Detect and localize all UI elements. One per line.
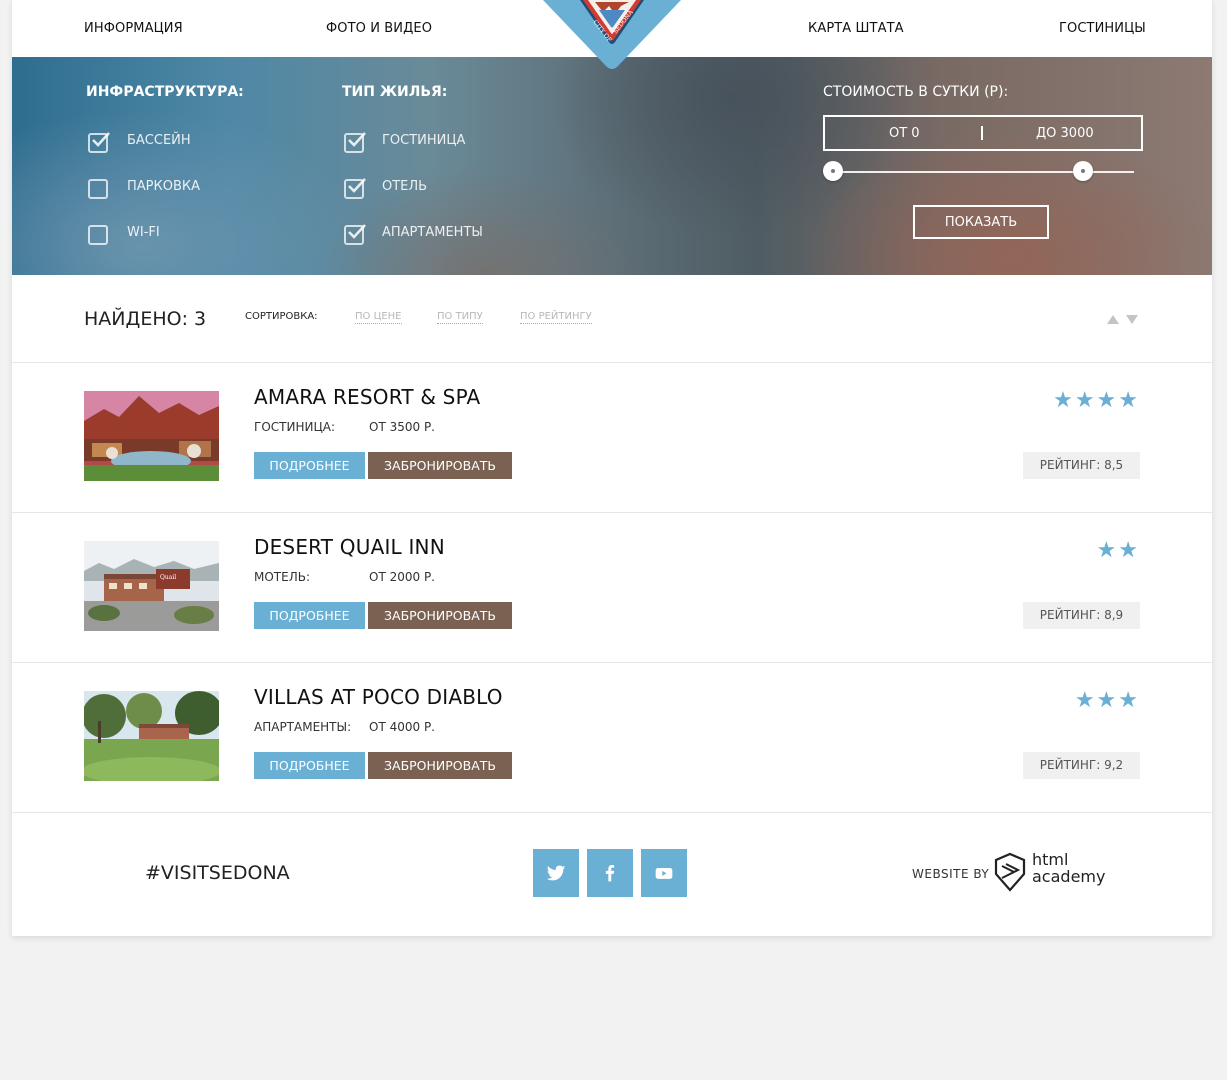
price-slider-min-handle[interactable] [823,161,843,181]
filter-panel: ИНФРАСТРУКТУРА: ТИП ЖИЛЬЯ: СТОИМОСТЬ В С… [12,57,1212,275]
sort-by-price[interactable]: ПО ЦЕНЕ [355,311,402,324]
htmlacademy-logo-icon[interactable] [994,852,1026,892]
price-separator [981,126,983,140]
details-button[interactable]: ПОДРОБНЕЕ [254,452,365,479]
check-icon [348,132,366,147]
hotel-photo-amara[interactable] [84,391,219,481]
checkbox-apartments[interactable] [344,224,366,245]
price-range-input[interactable]: ОТ 0 ДО 3000 [823,115,1143,151]
checkbox-hotel[interactable] [344,178,366,199]
checkbox-parking-label: ПАРКОВКА [127,179,201,194]
hotel-name[interactable]: AMARA RESORT & SPA [254,385,480,409]
hotel-type: ГОСТИНИЦА: [254,420,336,434]
checkbox-guesthouse[interactable] [344,132,366,153]
sort-by-rating[interactable]: ПО РЕЙТИНГУ [520,311,592,324]
price-title: СТОИМОСТЬ В СУТКИ (Р): [823,84,1009,100]
checkbox-pool[interactable] [88,132,110,153]
details-button[interactable]: ПОДРОБНЕЕ [254,752,365,779]
sort-label: СОРТИРОВКА: [245,311,318,322]
rating-badge: РЕЙТИНГ: 8,5 [1023,452,1140,479]
price-from[interactable]: ОТ 0 [889,126,920,141]
sign-text: Quail [160,574,176,581]
star-rating: ★★ [1096,538,1140,563]
rating-badge: РЕЙТИНГ: 8,9 [1023,602,1140,629]
checkbox-pool-label: БАССЕЙН [127,133,191,148]
check-icon [348,178,366,193]
divider [12,812,1212,813]
checkbox-wifi[interactable] [88,225,108,245]
nav-item-hotels[interactable]: ГОСТИНИЦЫ [1059,21,1146,36]
checkbox-apartments-label: АПАРТАМЕНТЫ [382,225,483,240]
hotel-type: МОТЕЛЬ: [254,570,311,584]
nav-item-info[interactable]: ИНФОРМАЦИЯ [84,21,183,36]
infrastructure-title: ИНФРАСТРУКТУРА: [86,84,244,100]
show-button[interactable]: ПОКАЗАТЬ [913,205,1049,239]
nav-item-state-map[interactable]: КАРТА ШТАТА [808,21,904,36]
academy-line1: html [1032,850,1069,869]
found-count: НАЙДЕНО: 3 [84,308,207,330]
hotel-name[interactable]: DESERT QUAIL INN [254,535,445,559]
twitter-button[interactable] [533,849,579,897]
sort-by-type[interactable]: ПО ТИПУ [437,311,483,324]
twitter-icon [546,865,566,881]
hotel-photo-desert-quail[interactable]: Quail [84,541,219,631]
sort-ascending-icon[interactable] [1107,315,1119,324]
htmlacademy-logo-text[interactable]: html academy [1032,851,1105,885]
footer-hashtag: #VISITSEDONA [145,862,290,884]
price-to[interactable]: ДО 3000 [1036,126,1094,141]
page: ИНФОРМАЦИЯ ФОТО И ВИДЕО КАРТА ШТАТА ГОСТ… [12,0,1212,936]
star-rating: ★★★★ [1053,388,1140,413]
hotel-price: ОТ 4000 Р. [369,720,435,734]
check-icon [348,224,366,239]
star-rating: ★★★ [1074,688,1140,713]
checkbox-wifi-label: WI-FI [127,225,160,240]
nav-item-photo-video[interactable]: ФОТО И ВИДЕО [326,21,432,36]
checkbox-hotel-label: ОТЕЛЬ [382,179,428,194]
hotel-photo-villas-poco-diablo[interactable] [84,691,219,781]
academy-line2: academy [1032,867,1106,886]
details-button[interactable]: ПОДРОБНЕЕ [254,602,365,629]
price-slider-max-handle[interactable] [1073,161,1093,181]
hotel-card: AMARA RESORT & SPA ГОСТИНИЦА: ОТ 3500 Р.… [12,362,1212,512]
website-by-label: WEBSITE BY [912,867,990,881]
rating-badge: РЕЙТИНГ: 9,2 [1023,752,1140,779]
hotel-price: ОТ 3500 Р. [369,420,435,434]
sort-descending-icon[interactable] [1126,315,1138,324]
housing-type-title: ТИП ЖИЛЬЯ: [342,84,448,100]
checkbox-parking[interactable] [88,179,108,199]
youtube-icon [655,868,673,879]
hotel-name[interactable]: VILLAS AT POCO DIABLO [254,685,503,709]
checkbox-guesthouse-label: ГОСТИНИЦА [382,133,466,148]
hotel-price: ОТ 2000 Р. [369,570,435,584]
sedona-logo[interactable]: CITY OF SEDONA [543,0,681,72]
hotel-type: АПАРТАМЕНТЫ: [254,720,352,734]
book-button[interactable]: ЗАБРОНИРОВАТЬ [368,752,512,779]
check-icon [92,132,110,147]
youtube-button[interactable] [641,849,687,897]
book-button[interactable]: ЗАБРОНИРОВАТЬ [368,602,512,629]
hotel-card: VILLAS AT POCO DIABLO АПАРТАМЕНТЫ: ОТ 40… [12,662,1212,812]
facebook-icon [605,865,615,882]
facebook-button[interactable] [587,849,633,897]
hotel-card: Quail DESERT QUAIL INN МОТЕЛЬ: ОТ 2000 Р… [12,512,1212,662]
book-button[interactable]: ЗАБРОНИРОВАТЬ [368,452,512,479]
